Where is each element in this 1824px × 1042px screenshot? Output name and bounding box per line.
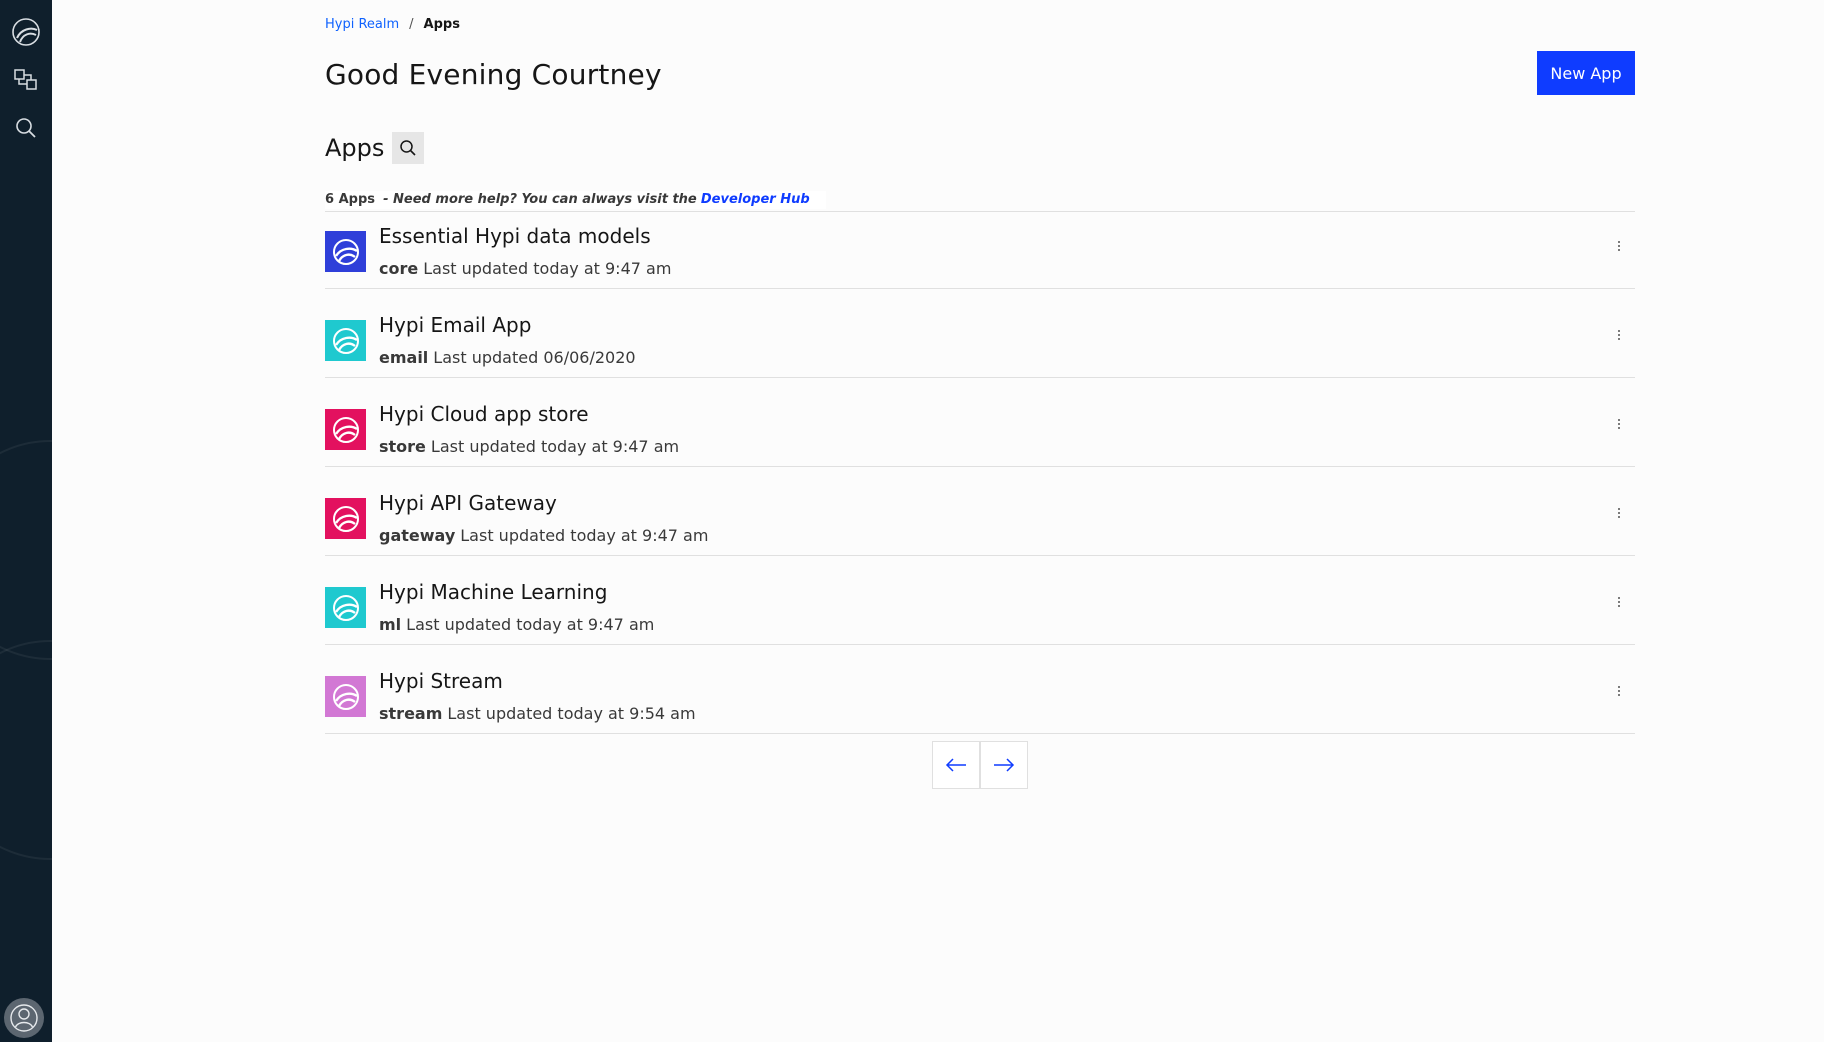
- apps-heading: Apps: [325, 134, 385, 162]
- next-page-button[interactable]: [980, 741, 1028, 789]
- overflow-menu-icon[interactable]: [1615, 241, 1623, 261]
- breadcrumb-separator: /: [409, 17, 414, 32]
- overflow-menu-icon[interactable]: [1615, 508, 1623, 528]
- app-name[interactable]: Hypi Cloud app store: [379, 402, 589, 426]
- hypi-logo-icon[interactable]: [6, 12, 46, 52]
- search-nav-icon[interactable]: [6, 108, 46, 148]
- app-name[interactable]: Essential Hypi data models: [379, 224, 651, 248]
- app-updated: Last updated today at 9:47 am: [423, 259, 672, 278]
- app-name[interactable]: Hypi Machine Learning: [379, 580, 607, 604]
- app-logo-icon: [325, 409, 366, 450]
- breadcrumb-current: Apps: [423, 17, 460, 32]
- sidebar-decoration: [0, 440, 52, 660]
- apps-nav-icon[interactable]: [6, 60, 46, 100]
- sidebar: [0, 0, 52, 1042]
- app-logo-icon: [325, 320, 366, 361]
- app-meta: stream Last updated today at 9:54 am: [379, 704, 696, 723]
- app-logo-icon: [325, 231, 366, 272]
- app-key: store: [379, 437, 426, 456]
- overflow-menu-icon[interactable]: [1615, 686, 1623, 706]
- user-avatar-icon[interactable]: [4, 998, 44, 1038]
- app-key: core: [379, 259, 419, 278]
- sidebar-decoration: [0, 640, 52, 860]
- app-list-item[interactable]: Hypi Email App email Last updated 06/06/2…: [325, 289, 1635, 378]
- app-list-item[interactable]: Hypi Stream stream Last updated today at …: [325, 645, 1635, 734]
- app-updated: Last updated today at 9:47 am: [460, 526, 709, 545]
- page-title: Good Evening Courtney: [325, 58, 662, 91]
- app-list: Essential Hypi data models core Last upda…: [325, 200, 1635, 734]
- app-updated: Last updated today at 9:47 am: [430, 437, 680, 456]
- app-logo-icon: [325, 498, 366, 539]
- arrow-right-icon: [994, 758, 1015, 772]
- app-key: email: [379, 348, 429, 367]
- app-key: stream: [379, 704, 443, 723]
- app-logo-icon: [325, 587, 366, 628]
- overflow-menu-icon[interactable]: [1615, 597, 1623, 617]
- app-name[interactable]: Hypi Stream: [379, 669, 503, 693]
- arrow-left-icon: [945, 758, 966, 772]
- app-meta: store Last updated today at 9:47 am: [379, 437, 679, 456]
- app-list-item[interactable]: Hypi API Gateway gateway Last updated tod…: [325, 467, 1635, 556]
- pagination: [932, 741, 1028, 789]
- app-name[interactable]: Hypi Email App: [379, 313, 531, 337]
- search-apps-button[interactable]: [392, 132, 425, 164]
- previous-page-button[interactable]: [932, 741, 980, 789]
- app-key: ml: [379, 615, 402, 634]
- app-updated: Last updated today at 9:47 am: [406, 615, 655, 634]
- app-list-item[interactable]: Essential Hypi data models core Last upda…: [325, 200, 1635, 289]
- app-list-item[interactable]: Hypi Cloud app store store Last updated t…: [325, 378, 1635, 467]
- overflow-menu-icon[interactable]: [1615, 330, 1623, 350]
- app-meta: email Last updated 06/06/2020: [379, 348, 636, 367]
- app-logo-icon: [325, 676, 366, 717]
- app-meta: ml Last updated today at 9:47 am: [379, 615, 654, 634]
- app-updated: Last updated today at 9:54 am: [447, 704, 696, 723]
- app-meta: gateway Last updated today at 9:47 am: [379, 526, 708, 545]
- app-updated: Last updated 06/06/2020: [433, 348, 636, 367]
- search-icon: [400, 140, 416, 156]
- app-meta: core Last updated today at 9:47 am: [379, 259, 671, 278]
- app-list-item[interactable]: Hypi Machine Learning ml Last updated tod…: [325, 556, 1635, 645]
- app-name[interactable]: Hypi API Gateway: [379, 491, 557, 515]
- breadcrumb: Hypi Realm / Apps: [325, 17, 460, 32]
- breadcrumb-realm-link[interactable]: Hypi Realm: [325, 17, 399, 32]
- apps-header: Apps: [325, 132, 425, 164]
- app-key: gateway: [379, 526, 456, 545]
- overflow-menu-icon[interactable]: [1615, 419, 1623, 439]
- new-app-button[interactable]: New App: [1537, 51, 1635, 95]
